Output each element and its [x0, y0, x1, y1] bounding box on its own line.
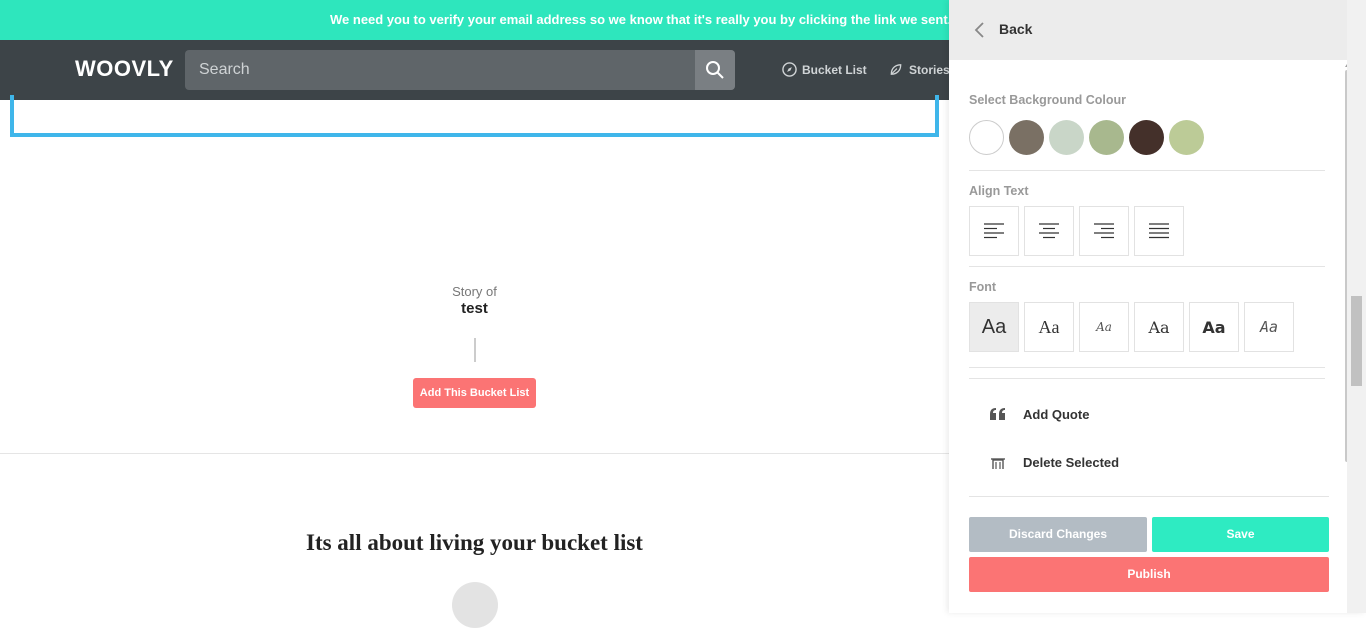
divider [969, 367, 1325, 368]
divider-line [474, 338, 476, 362]
divider [969, 496, 1329, 497]
search-button[interactable] [695, 50, 735, 90]
font-sample: Aa [1096, 320, 1112, 334]
align-left-button[interactable] [969, 206, 1019, 256]
align-justify-icon [1149, 223, 1169, 239]
chevron-left-icon[interactable] [973, 21, 985, 39]
nav-stories-label: Stories [909, 62, 950, 77]
delete-selected-button[interactable]: Delete Selected [989, 455, 1119, 469]
add-quote-button[interactable]: Add Quote [989, 405, 1089, 423]
section-divider [0, 453, 949, 454]
trash-icon [989, 455, 1007, 469]
quote-icon [989, 405, 1007, 423]
search-icon [706, 61, 724, 79]
leaf-icon [890, 64, 902, 75]
divider [969, 266, 1325, 267]
swatch-sage-light[interactable] [1049, 120, 1084, 155]
font-sample: Aa [1202, 317, 1226, 337]
banner-text: We need you to verify your email address… [330, 12, 979, 27]
avatar [452, 582, 498, 628]
publish-button[interactable]: Publish [969, 557, 1329, 592]
search-bar [185, 50, 735, 90]
back-button[interactable]: Back [999, 21, 1032, 37]
font-option-hand[interactable]: Aa [1244, 302, 1294, 352]
bg-colour-label: Select Background Colour [969, 93, 1126, 107]
compass-icon [782, 62, 797, 77]
nav-stories[interactable]: Stories [888, 62, 950, 77]
story-author-name[interactable]: test [0, 300, 949, 317]
align-left-icon [984, 223, 1004, 239]
swatch-olive-light[interactable] [1169, 120, 1204, 155]
add-quote-label: Add Quote [1023, 406, 1090, 422]
swatch-dark-brown[interactable] [1129, 120, 1164, 155]
font-sample: Aa [1148, 317, 1170, 337]
align-text-label: Align Text [969, 184, 1029, 198]
delete-selected-label: Delete Selected [1023, 455, 1120, 469]
add-bucket-list-button[interactable]: Add This Bucket List [413, 378, 536, 408]
divider [969, 378, 1325, 379]
font-option-sans[interactable]: Aa [969, 302, 1019, 352]
align-center-button[interactable] [1024, 206, 1074, 256]
font-sample: Aa [981, 315, 1007, 338]
font-option-classic[interactable]: Aa [1134, 302, 1184, 352]
nav-bucket-list-label: Bucket List [802, 62, 867, 77]
swatch-white[interactable] [969, 120, 1004, 155]
font-label: Font [969, 280, 997, 294]
font-sample: Aa [1259, 318, 1279, 336]
align-justify-button[interactable] [1134, 206, 1184, 256]
save-button[interactable]: Save [1152, 517, 1329, 552]
font-option-serif[interactable]: Aa [1024, 302, 1074, 352]
nav-bucket-list[interactable]: Bucket List [782, 62, 867, 77]
align-right-button[interactable] [1079, 206, 1129, 256]
font-option-bold[interactable]: Aa [1189, 302, 1239, 352]
story-cover-box [10, 95, 939, 137]
woovly-logo[interactable]: WOOVLY [75, 56, 174, 82]
discard-changes-button[interactable]: Discard Changes [969, 517, 1147, 552]
panel-header: Back [949, 0, 1366, 60]
font-sample: Aa [1038, 316, 1060, 337]
align-center-icon [1039, 223, 1059, 239]
align-right-icon [1094, 223, 1114, 239]
search-input[interactable] [185, 50, 695, 90]
swatch-sage[interactable] [1089, 120, 1124, 155]
divider [969, 170, 1325, 171]
editor-panel: Back Select Background Colour Align Text [949, 0, 1366, 613]
story-of-label: Story of [452, 284, 497, 299]
page-scrollbar-thumb[interactable] [1351, 296, 1362, 386]
tagline-heading: Its all about living your bucket list [306, 530, 643, 555]
swatch-taupe[interactable] [1009, 120, 1044, 155]
font-option-script[interactable]: Aa [1079, 302, 1129, 352]
